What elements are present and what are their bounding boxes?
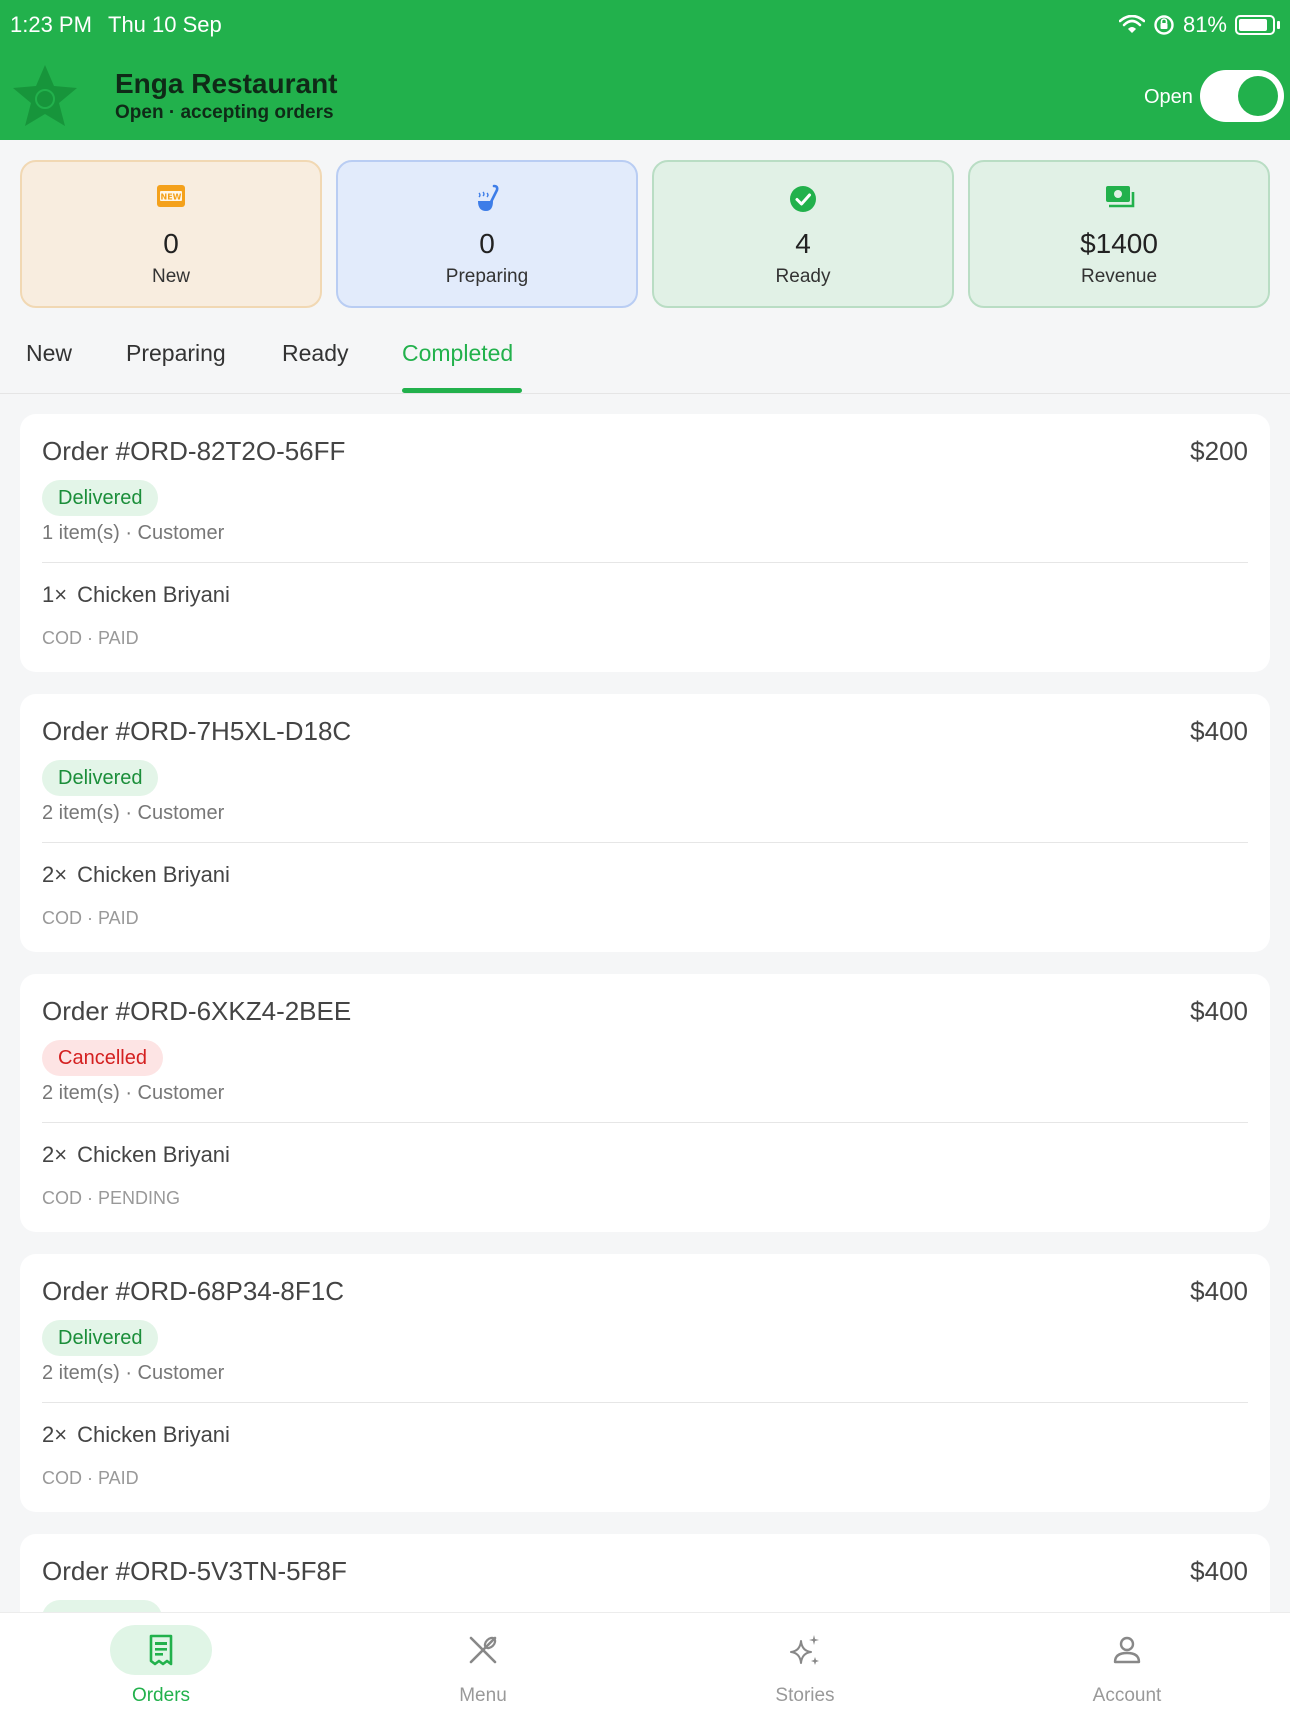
order-meta: 2 item(s) · Customer [42, 1362, 225, 1384]
order-total: $400 [1190, 1556, 1248, 1586]
nav-stories[interactable]: Stories [644, 1613, 966, 1720]
stat-card-new[interactable]: NEW 0 New [20, 160, 322, 308]
open-toggle[interactable] [1200, 70, 1284, 122]
stat-label: Ready [775, 266, 831, 287]
nav-label: Account [1092, 1685, 1162, 1706]
order-id: Order #ORD-82T2O-56FF [42, 436, 346, 466]
stat-card-revenue[interactable]: $1400 Revenue [968, 160, 1270, 308]
tab-new[interactable]: New [26, 340, 72, 367]
nav-label: Orders [131, 1685, 191, 1706]
item-quantity: 2× [42, 862, 68, 887]
order-card[interactable]: Order #ORD-82T2O-56FF $200 Delivered 1 i… [20, 414, 1270, 672]
order-card[interactable]: Order #ORD-6XKZ4-2BEE $400 Cancelled 2 i… [20, 974, 1270, 1232]
stat-value: $1400 [1080, 228, 1158, 259]
new-badge-icon: NEW [157, 185, 185, 207]
utensils-icon [469, 1636, 497, 1664]
status-date: Thu 10 Sep [108, 12, 222, 37]
order-card[interactable]: Order #ORD-5V3TN-5F8F $400 [20, 1534, 1270, 1612]
status-badge: Delivered [42, 1320, 159, 1356]
order-card[interactable]: Order #ORD-7H5XL-D18C $400 Delivered 2 i… [20, 694, 1270, 952]
stat-value: 0 [479, 228, 495, 259]
stat-card-preparing[interactable]: 0 Preparing [336, 160, 638, 308]
item-name: Chicken Briyani [77, 862, 230, 887]
order-meta: 1 item(s) · Customer [42, 522, 225, 544]
toggle-knob [1238, 76, 1278, 116]
stat-label: New [151, 266, 190, 287]
status-bar: 1:23 PM Thu 10 Sep 81% [0, 0, 1290, 52]
order-line-item: 2× Chicken Briyani [42, 862, 230, 888]
nav-label: Stories [775, 1685, 835, 1706]
orientation-lock-icon [1154, 15, 1174, 35]
item-quantity: 2× [42, 1422, 68, 1447]
payment-status: COD · PAID [42, 628, 139, 648]
order-tabs: New Preparing Ready Completed [0, 330, 1290, 394]
person-icon [1113, 1636, 1141, 1664]
restaurant-status: Open · accepting orders [115, 102, 334, 123]
sparkle-icon [790, 1635, 819, 1665]
divider [42, 562, 1248, 563]
order-total: $400 [1190, 716, 1248, 746]
bottom-nav: Orders Menu Stories Account [0, 1612, 1290, 1720]
check-circle-icon [790, 186, 816, 212]
order-id: Order #ORD-7H5XL-D18C [42, 716, 352, 746]
divider [42, 1122, 1248, 1123]
order-id: Order #ORD-68P34-8F1C [42, 1276, 344, 1306]
status-badge [42, 1600, 162, 1612]
payment-status: COD · PENDING [42, 1188, 181, 1208]
order-total: $400 [1190, 996, 1248, 1026]
order-meta: 2 item(s) · Customer [42, 802, 225, 824]
item-name: Chicken Briyani [77, 1142, 230, 1167]
nav-account[interactable]: Account [966, 1613, 1288, 1720]
order-card[interactable]: Order #ORD-68P34-8F1C $400 Delivered 2 i… [20, 1254, 1270, 1512]
status-right: 81% [1118, 12, 1280, 38]
battery-nub [1277, 21, 1280, 29]
item-quantity: 1× [42, 582, 68, 607]
app-header: 1:23 PM Thu 10 Sep 81% Enga Restaurant O… [0, 0, 1290, 140]
order-list[interactable]: Order #ORD-82T2O-56FF $200 Delivered 1 i… [20, 414, 1270, 1612]
svg-text:NEW: NEW [161, 193, 182, 202]
open-toggle-label: Open [1144, 86, 1193, 108]
order-id: Order #ORD-5V3TN-5F8F [42, 1556, 347, 1586]
payment-status: COD · PAID [42, 1468, 139, 1488]
tab-preparing[interactable]: Preparing [126, 340, 226, 367]
battery-percent: 81% [1182, 12, 1227, 37]
divider [42, 1402, 1248, 1403]
receipt-icon [149, 1634, 173, 1666]
stat-value: 0 [163, 228, 179, 259]
order-total: $400 [1190, 1276, 1248, 1306]
stat-value: 4 [795, 228, 811, 259]
nav-menu[interactable]: Menu [322, 1613, 644, 1720]
cash-icon [1106, 186, 1135, 208]
status-badge: Delivered [42, 480, 159, 516]
payment-status: COD · PAID [42, 908, 139, 928]
status-time: 1:23 PM [10, 12, 92, 37]
order-line-item: 2× Chicken Briyani [42, 1422, 230, 1448]
restaurant-name: Enga Restaurant [115, 68, 338, 99]
item-name: Chicken Briyani [77, 582, 230, 607]
battery-icon [1235, 15, 1275, 35]
nav-orders[interactable]: Orders [0, 1613, 322, 1720]
order-line-item: 2× Chicken Briyani [42, 1142, 230, 1168]
stat-label: Preparing [445, 266, 529, 287]
status-badge: Cancelled [42, 1040, 163, 1076]
stat-card-ready[interactable]: 4 Ready [652, 160, 954, 308]
stat-label: Revenue [1080, 266, 1158, 287]
nav-label: Menu [459, 1685, 507, 1706]
order-line-item: 1× Chicken Briyani [42, 582, 230, 608]
tab-completed[interactable]: Completed [402, 340, 513, 367]
status-badge: Delivered [42, 760, 159, 796]
stats-row: NEW 0 New 0 Preparing 4 Ready $1400 Reve… [20, 160, 1270, 308]
ladle-icon [478, 184, 499, 211]
item-quantity: 2× [42, 1142, 68, 1167]
order-meta: 2 item(s) · Customer [42, 1082, 225, 1104]
active-tab-indicator [402, 388, 522, 393]
restaurant-logo-icon [13, 65, 77, 126]
order-id: Order #ORD-6XKZ4-2BEE [42, 996, 352, 1026]
tab-ready[interactable]: Ready [282, 340, 348, 367]
order-total: $200 [1190, 436, 1248, 466]
divider [42, 842, 1248, 843]
item-name: Chicken Briyani [77, 1422, 230, 1447]
wifi-icon [1118, 15, 1145, 33]
